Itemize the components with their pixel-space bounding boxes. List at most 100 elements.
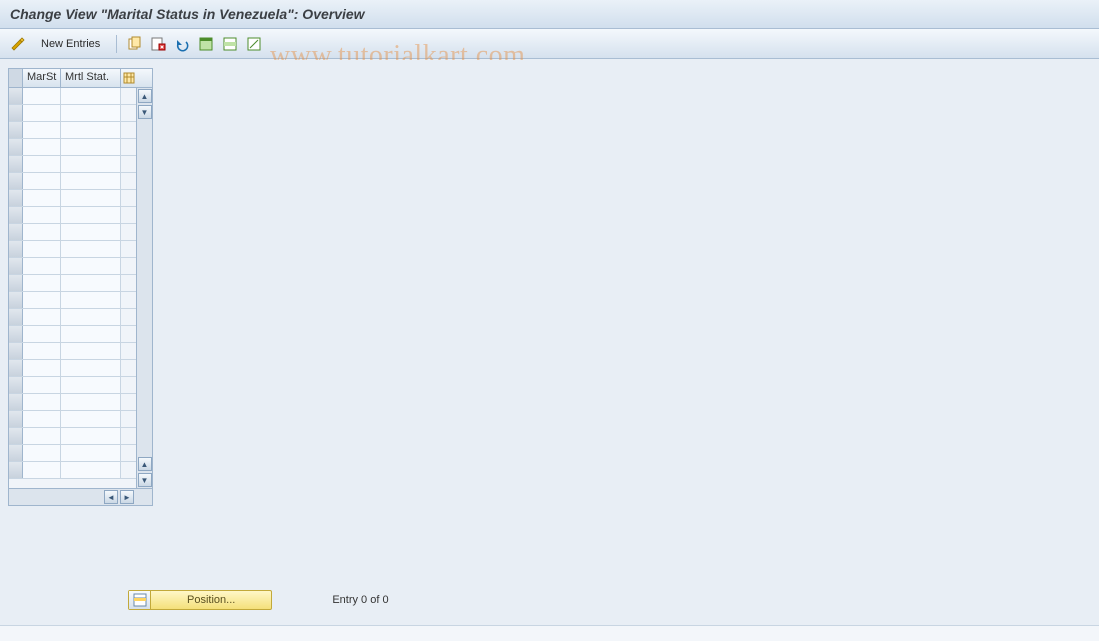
undo-icon[interactable]: [172, 34, 192, 54]
cell-mrtl-stat[interactable]: [61, 173, 121, 189]
status-bar: [0, 625, 1099, 641]
display-change-icon[interactable]: [8, 34, 28, 54]
cell-marst[interactable]: [23, 411, 61, 427]
cell-marst[interactable]: [23, 428, 61, 444]
row-selector[interactable]: [9, 377, 23, 393]
row-selector[interactable]: [9, 394, 23, 410]
table-row: [9, 343, 136, 360]
row-selector[interactable]: [9, 139, 23, 155]
col-marst[interactable]: MarSt: [23, 69, 61, 87]
row-selector[interactable]: [9, 156, 23, 172]
cell-mrtl-stat[interactable]: [61, 343, 121, 359]
cell-marst[interactable]: [23, 275, 61, 291]
row-selector[interactable]: [9, 428, 23, 444]
cell-marst[interactable]: [23, 88, 61, 104]
cell-marst[interactable]: [23, 360, 61, 376]
cell-marst[interactable]: [23, 462, 61, 478]
row-selector[interactable]: [9, 343, 23, 359]
row-selector[interactable]: [9, 241, 23, 257]
row-selector[interactable]: [9, 258, 23, 274]
cell-mrtl-stat[interactable]: [61, 88, 121, 104]
cell-marst[interactable]: [23, 377, 61, 393]
row-selector[interactable]: [9, 275, 23, 291]
cell-mrtl-stat[interactable]: [61, 377, 121, 393]
cell-mrtl-stat[interactable]: [61, 258, 121, 274]
cell-mrtl-stat[interactable]: [61, 309, 121, 325]
cell-mrtl-stat[interactable]: [61, 105, 121, 121]
cell-mrtl-stat[interactable]: [61, 207, 121, 223]
cell-mrtl-stat[interactable]: [61, 428, 121, 444]
position-icon: [129, 591, 151, 609]
cell-marst[interactable]: [23, 173, 61, 189]
scroll-up-icon[interactable]: ▲: [138, 89, 152, 103]
cell-mrtl-stat[interactable]: [61, 360, 121, 376]
cell-marst[interactable]: [23, 190, 61, 206]
cell-marst[interactable]: [23, 224, 61, 240]
scroll-right-icon[interactable]: ►: [120, 490, 134, 504]
row-selector[interactable]: [9, 309, 23, 325]
row-selector[interactable]: [9, 88, 23, 104]
horizontal-scrollbar[interactable]: ◄ ►: [9, 488, 152, 505]
row-selector[interactable]: [9, 190, 23, 206]
cell-marst[interactable]: [23, 105, 61, 121]
vertical-scrollbar[interactable]: ▲ ▼ ▲ ▼: [136, 88, 152, 488]
row-selector[interactable]: [9, 445, 23, 461]
maintenance-table: MarSt Mrtl Stat. ▲ ▼ ▲ ▼ ◄ ►: [8, 68, 153, 506]
scroll-down-step-icon[interactable]: ▼: [138, 105, 152, 119]
table-row: [9, 462, 136, 479]
cell-mrtl-stat[interactable]: [61, 156, 121, 172]
cell-mrtl-stat[interactable]: [61, 462, 121, 478]
cell-mrtl-stat[interactable]: [61, 122, 121, 138]
cell-marst[interactable]: [23, 122, 61, 138]
cell-mrtl-stat[interactable]: [61, 411, 121, 427]
row-selector[interactable]: [9, 173, 23, 189]
cell-marst[interactable]: [23, 445, 61, 461]
copy-icon[interactable]: [124, 34, 144, 54]
select-all-icon[interactable]: [196, 34, 216, 54]
scroll-down-icon[interactable]: ▼: [138, 473, 152, 487]
col-mrtl-stat[interactable]: Mrtl Stat.: [61, 69, 121, 87]
cell-marst[interactable]: [23, 292, 61, 308]
row-selector[interactable]: [9, 326, 23, 342]
delete-icon[interactable]: [148, 34, 168, 54]
cell-marst[interactable]: [23, 241, 61, 257]
cell-mrtl-stat[interactable]: [61, 139, 121, 155]
new-entries-button[interactable]: New Entries: [32, 34, 109, 54]
row-selector[interactable]: [9, 360, 23, 376]
position-button[interactable]: Position...: [128, 590, 272, 610]
row-selector[interactable]: [9, 224, 23, 240]
row-selector[interactable]: [9, 207, 23, 223]
cell-marst[interactable]: [23, 156, 61, 172]
table-row: [9, 309, 136, 326]
cell-mrtl-stat[interactable]: [61, 275, 121, 291]
cell-mrtl-stat[interactable]: [61, 292, 121, 308]
cell-mrtl-stat[interactable]: [61, 326, 121, 342]
cell-marst[interactable]: [23, 394, 61, 410]
cell-mrtl-stat[interactable]: [61, 190, 121, 206]
deselect-all-icon[interactable]: [244, 34, 264, 54]
scroll-left-icon[interactable]: ◄: [104, 490, 118, 504]
row-selector[interactable]: [9, 105, 23, 121]
cell-marst[interactable]: [23, 139, 61, 155]
cell-marst[interactable]: [23, 326, 61, 342]
cell-mrtl-stat[interactable]: [61, 394, 121, 410]
scroll-up-step-icon[interactable]: ▲: [138, 457, 152, 471]
cell-marst[interactable]: [23, 343, 61, 359]
select-block-icon[interactable]: [220, 34, 240, 54]
row-selector[interactable]: [9, 462, 23, 478]
row-selector[interactable]: [9, 411, 23, 427]
row-selector[interactable]: [9, 292, 23, 308]
table-row: [9, 207, 136, 224]
cell-marst[interactable]: [23, 258, 61, 274]
cell-mrtl-stat[interactable]: [61, 224, 121, 240]
table-row: [9, 377, 136, 394]
cell-mrtl-stat[interactable]: [61, 241, 121, 257]
table-settings-icon[interactable]: [121, 69, 137, 87]
table-row: [9, 88, 136, 105]
cell-marst[interactable]: [23, 309, 61, 325]
table-row: [9, 258, 136, 275]
header-select-corner[interactable]: [9, 69, 23, 87]
row-selector[interactable]: [9, 122, 23, 138]
cell-marst[interactable]: [23, 207, 61, 223]
cell-mrtl-stat[interactable]: [61, 445, 121, 461]
